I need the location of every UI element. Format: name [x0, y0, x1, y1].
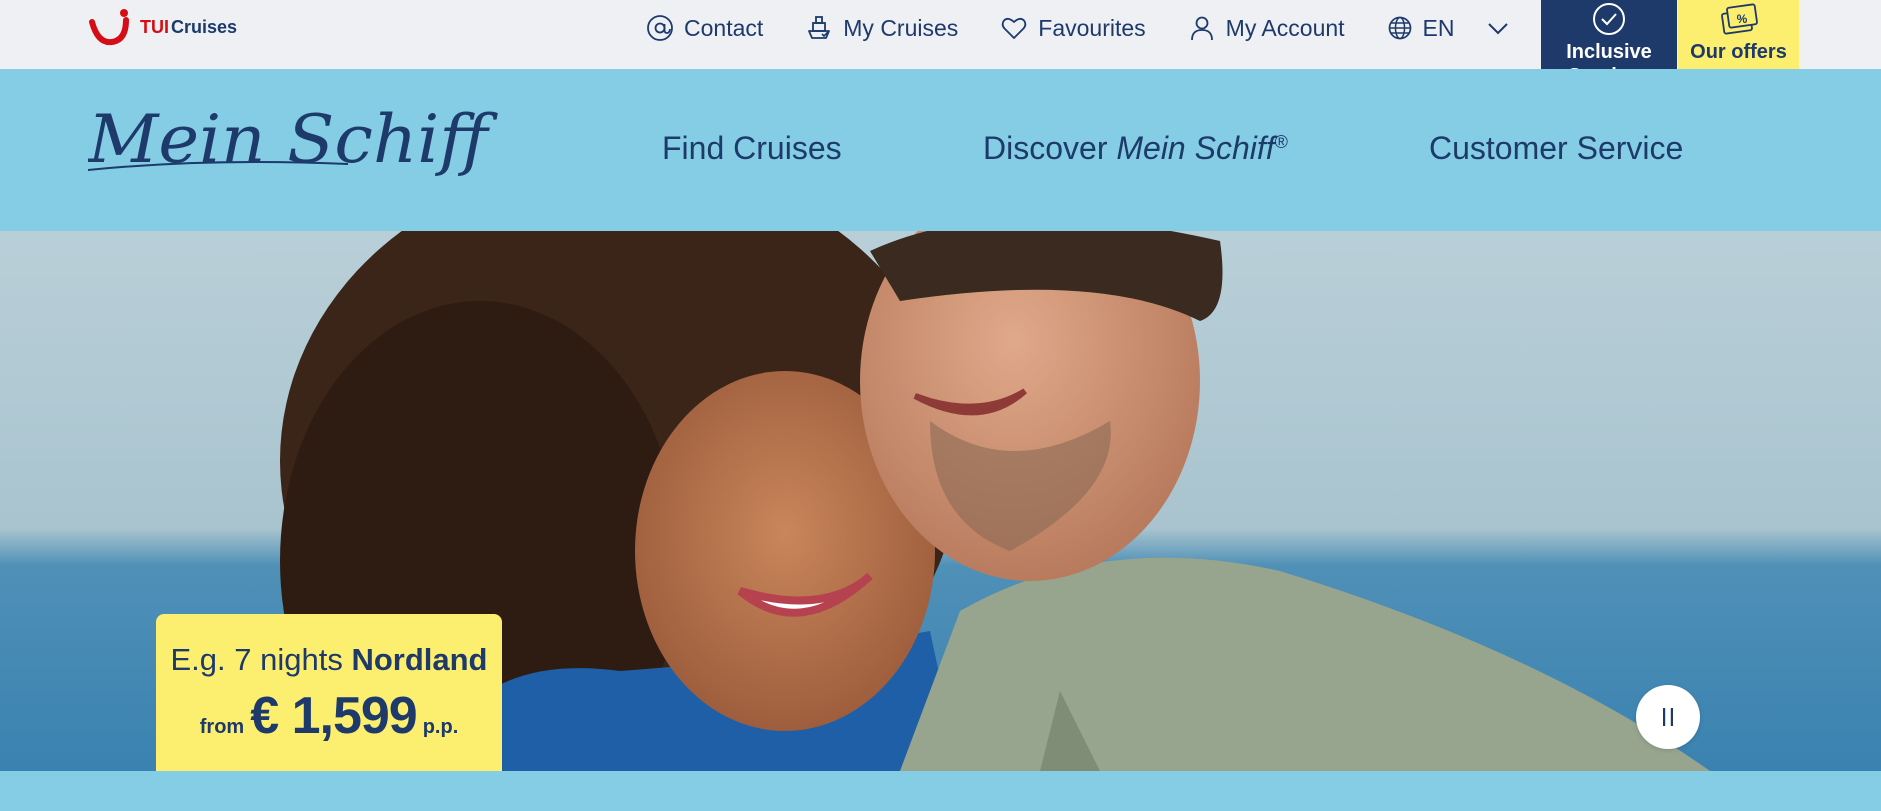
pause-icon — [1663, 708, 1673, 726]
chevron-down-icon[interactable] — [1483, 18, 1513, 38]
tui-wordmark: TUI — [140, 16, 169, 37]
our-offers-label: Our offers — [1690, 41, 1787, 63]
price-from-label: from — [199, 716, 245, 738]
user-icon — [1190, 16, 1213, 41]
offer-price-row: from € 1,599 p.p. — [156, 686, 502, 746]
cruises-wordmark: Cruises — [171, 16, 238, 37]
my-account-link[interactable]: My Account — [1188, 14, 1345, 42]
percent-tag-icon: % — [1720, 3, 1758, 35]
customer-service-link[interactable]: Customer Service — [1429, 130, 1683, 167]
at-sign-icon — [647, 15, 673, 41]
svg-text:%: % — [1736, 12, 1747, 26]
tui-smile-icon — [89, 9, 129, 46]
offer-price-card[interactable]: E.g. 7 nights Nordland from € 1,599 p.p. — [156, 614, 502, 771]
offer-headline: E.g. 7 nights Nordland — [156, 642, 502, 678]
hero-pause-button[interactable] — [1636, 685, 1700, 749]
mein-schiff-script-logo: Mein Schiff — [87, 101, 499, 178]
language-label: EN — [1422, 14, 1455, 41]
my-account-label: My Account — [1225, 14, 1345, 41]
check-circle-icon — [1593, 3, 1625, 35]
price-amount: € 1,599 — [250, 687, 417, 745]
contact-label: Contact — [684, 14, 764, 41]
my-cruises-label: My Cruises — [843, 14, 959, 41]
tui-cruises-logo[interactable]: TUI Cruises — [88, 8, 237, 46]
language-selector[interactable]: EN — [1387, 15, 1513, 42]
offer-destination: Nordland — [351, 642, 488, 677]
per-person-label: p.p. — [422, 716, 459, 738]
globe-icon — [1388, 16, 1411, 40]
favourites-link[interactable]: Favourites — [1000, 14, 1146, 42]
heart-icon — [1002, 17, 1027, 39]
find-cruises-link[interactable]: Find Cruises — [662, 130, 842, 167]
discover-brand: Mein Schiff — [1116, 130, 1275, 166]
contact-link[interactable]: Contact — [646, 14, 763, 42]
section-strip — [0, 771, 1881, 811]
mein-schiff-logo[interactable]: Mein Schiff — [87, 100, 499, 197]
discover-prefix: Discover — [983, 130, 1117, 166]
utility-nav: Contact My Cruises Favourites My Account — [646, 13, 1513, 43]
my-cruises-link[interactable]: My Cruises — [805, 14, 958, 42]
registered-mark: ® — [1274, 132, 1288, 152]
offer-prefix: E.g. 7 nights — [170, 642, 352, 677]
mein-schiff-script-text: Mein Schiff — [88, 101, 498, 178]
ship-icon — [808, 16, 831, 39]
favourites-label: Favourites — [1038, 14, 1146, 41]
discover-mein-schiff-link[interactable]: Discover Mein Schiff® — [983, 130, 1288, 167]
